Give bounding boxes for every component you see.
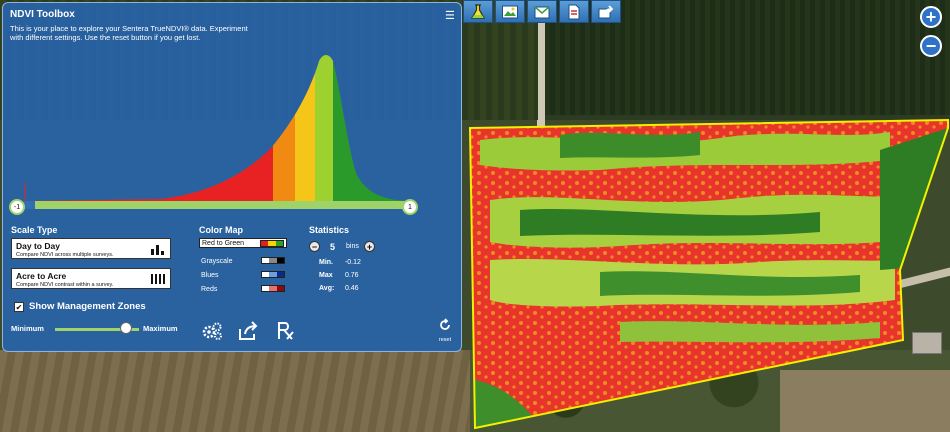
zoom-out-button[interactable]: − [920,35,942,57]
prescription-icon[interactable] [275,321,297,341]
share-export-icon [598,4,614,18]
scale-option-name: Acre to Acre [16,271,67,281]
management-zones-label: Show Management Zones [29,301,146,312]
share-export-button[interactable] [591,0,621,23]
colormap-swatch [261,285,285,292]
reset-icon [440,318,450,330]
slider-maximum-label: Maximum [143,324,178,333]
ndvi-histogram [23,55,413,209]
panel-description: This is your place to explore your Sente… [10,24,248,42]
zoom-in-button[interactable]: + [920,6,942,28]
management-zones-checkbox[interactable]: ✔ [14,302,24,312]
colormap-swatch [261,257,285,264]
bins-label: bins [346,243,359,250]
stat-min-row: Min. -0.12 [319,259,361,266]
stat-max-value: 0.76 [344,272,359,279]
stat-avg-value: 0.46 [344,285,359,292]
image-tool-button[interactable] [495,0,525,23]
reset-button[interactable]: reset [433,318,457,343]
map-toolbar [463,0,621,23]
colormap-label: Blues [201,271,219,279]
scale-acre-to-acre-button[interactable]: Acre to Acre Compare NDVI contrast withi… [11,268,171,289]
stat-max-label: Max [319,272,333,279]
bins-increase-button[interactable]: + [364,241,375,252]
reset-label: reset [438,337,452,343]
panel-title: NDVI Toolbox [10,9,75,20]
bar-chart-icon [151,245,164,255]
bins-decrease-button[interactable]: − [309,241,320,252]
bins-count: 5 [330,242,336,252]
zone-slider-thumb[interactable] [120,322,133,334]
colormap-swatch [260,240,284,247]
ndvi-toolbox-panel: NDVI Toolbox ☰ This is your place to exp… [2,2,462,352]
statistics-heading: Statistics [309,225,350,235]
stat-avg-row: Avg: 0.46 [319,285,359,292]
scale-option-subtitle: Compare NDVI contrast within a survey. [16,282,114,288]
barcode-icon [151,274,165,284]
scale-type-heading: Scale Type [11,225,58,235]
slider-minimum-label: Minimum [11,324,44,333]
colormap-reds[interactable]: Reds [199,284,287,294]
scale-day-to-day-button[interactable]: Day to Day Compare NDVI across multiple … [11,238,171,259]
pdf-icon [568,4,580,19]
scale-option-name: Day to Day [16,241,60,251]
colormap-swatch [261,271,285,278]
colormap-label: Red to Green [202,239,245,247]
map-export-button[interactable] [527,0,557,23]
gears-icon[interactable] [201,321,223,341]
colormap-label: Grayscale [201,257,233,265]
stat-max-row: Max 0.76 [319,272,359,279]
pdf-export-button[interactable] [559,0,589,23]
colormap-grayscale[interactable]: Grayscale [199,256,287,266]
stat-min-label: Min. [319,259,333,266]
hamburger-menu-icon[interactable]: ☰ [445,9,455,22]
colormap-blues[interactable]: Blues [199,270,287,280]
stat-min-value: -0.12 [344,259,361,266]
stat-avg-label: Avg: [319,285,335,292]
image-icon [502,5,518,18]
ndvi-tool-button[interactable] [463,0,493,23]
scale-option-subtitle: Compare NDVI across multiple surveys. [16,252,114,258]
colormap-red-to-green[interactable]: Red to Green [199,238,287,248]
map-export-icon [534,5,550,18]
share-icon[interactable] [237,321,259,341]
histogram-min-handle[interactable]: -1 [9,199,25,215]
histogram-max-handle[interactable]: 1 [402,199,418,215]
colormap-label: Reds [201,285,218,293]
color-map-heading: Color Map [199,225,243,235]
flask-icon [470,3,486,19]
